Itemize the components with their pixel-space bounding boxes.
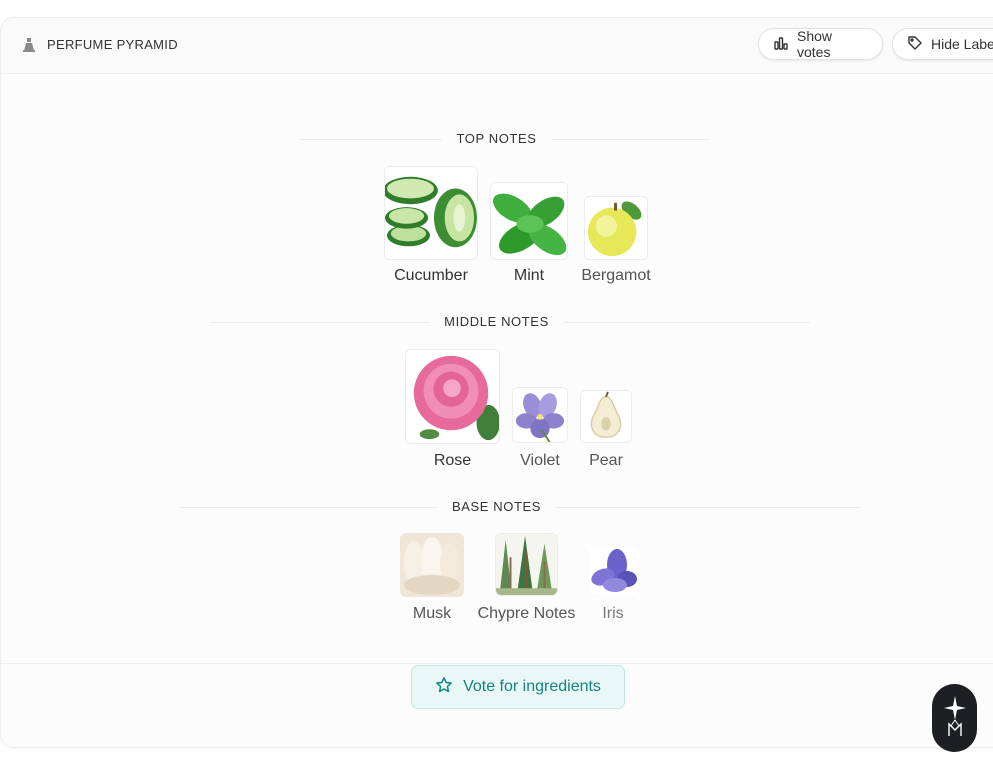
footer-divider — [0, 663, 993, 664]
vote-label: Vote for ingredients — [463, 678, 601, 695]
violet-image[interactable] — [512, 387, 568, 443]
iris-image[interactable] — [589, 547, 637, 595]
note-label-iris: Iris — [602, 605, 624, 622]
show-votes-label: Show votes — [797, 28, 833, 60]
tag-icon — [907, 35, 923, 54]
assistant-fab[interactable] — [932, 684, 977, 752]
bar-chart-icon — [773, 35, 789, 54]
note-label-mint: Mint — [513, 267, 545, 284]
note-label-chypre-notes: Chypre Notes — [477, 605, 576, 622]
musk-image[interactable] — [400, 533, 464, 597]
section-title-middle: MIDDLE NOTES — [0, 314, 993, 329]
hide-labels-button[interactable]: Hide Labels — [892, 28, 993, 60]
note-label-rose: Rose — [433, 452, 472, 469]
cucumber-image[interactable] — [384, 166, 478, 260]
bergamot-image[interactable] — [584, 196, 648, 260]
rose-image[interactable] — [405, 349, 500, 444]
title-group: PERFUME PYRAMID — [21, 37, 178, 52]
page-title: PERFUME PYRAMID — [47, 37, 178, 52]
star-icon — [435, 676, 453, 699]
card-header: PERFUME PYRAMID Show votes Hide Labels — [1, 18, 993, 74]
assistant-logo-icon — [942, 694, 968, 743]
note-label-pear: Pear — [589, 452, 623, 469]
vote-for-ingredients-button[interactable]: Vote for ingredients — [411, 665, 625, 709]
section-title-base: BASE NOTES — [0, 499, 993, 514]
section-title-top: TOP NOTES — [0, 131, 993, 146]
note-label-cucumber: Cucumber — [394, 267, 468, 284]
note-label-musk: Musk — [412, 605, 452, 622]
chypre-notes-image[interactable] — [495, 533, 558, 596]
mint-image[interactable] — [490, 182, 568, 260]
hide-labels-label: Hide Labels — [931, 36, 993, 52]
note-label-bergamot: Bergamot — [581, 267, 651, 284]
note-label-violet: Violet — [520, 452, 560, 469]
perfume-bottle-icon — [21, 37, 37, 52]
pear-image[interactable] — [580, 390, 632, 443]
show-votes-button[interactable]: Show votes — [758, 28, 883, 60]
